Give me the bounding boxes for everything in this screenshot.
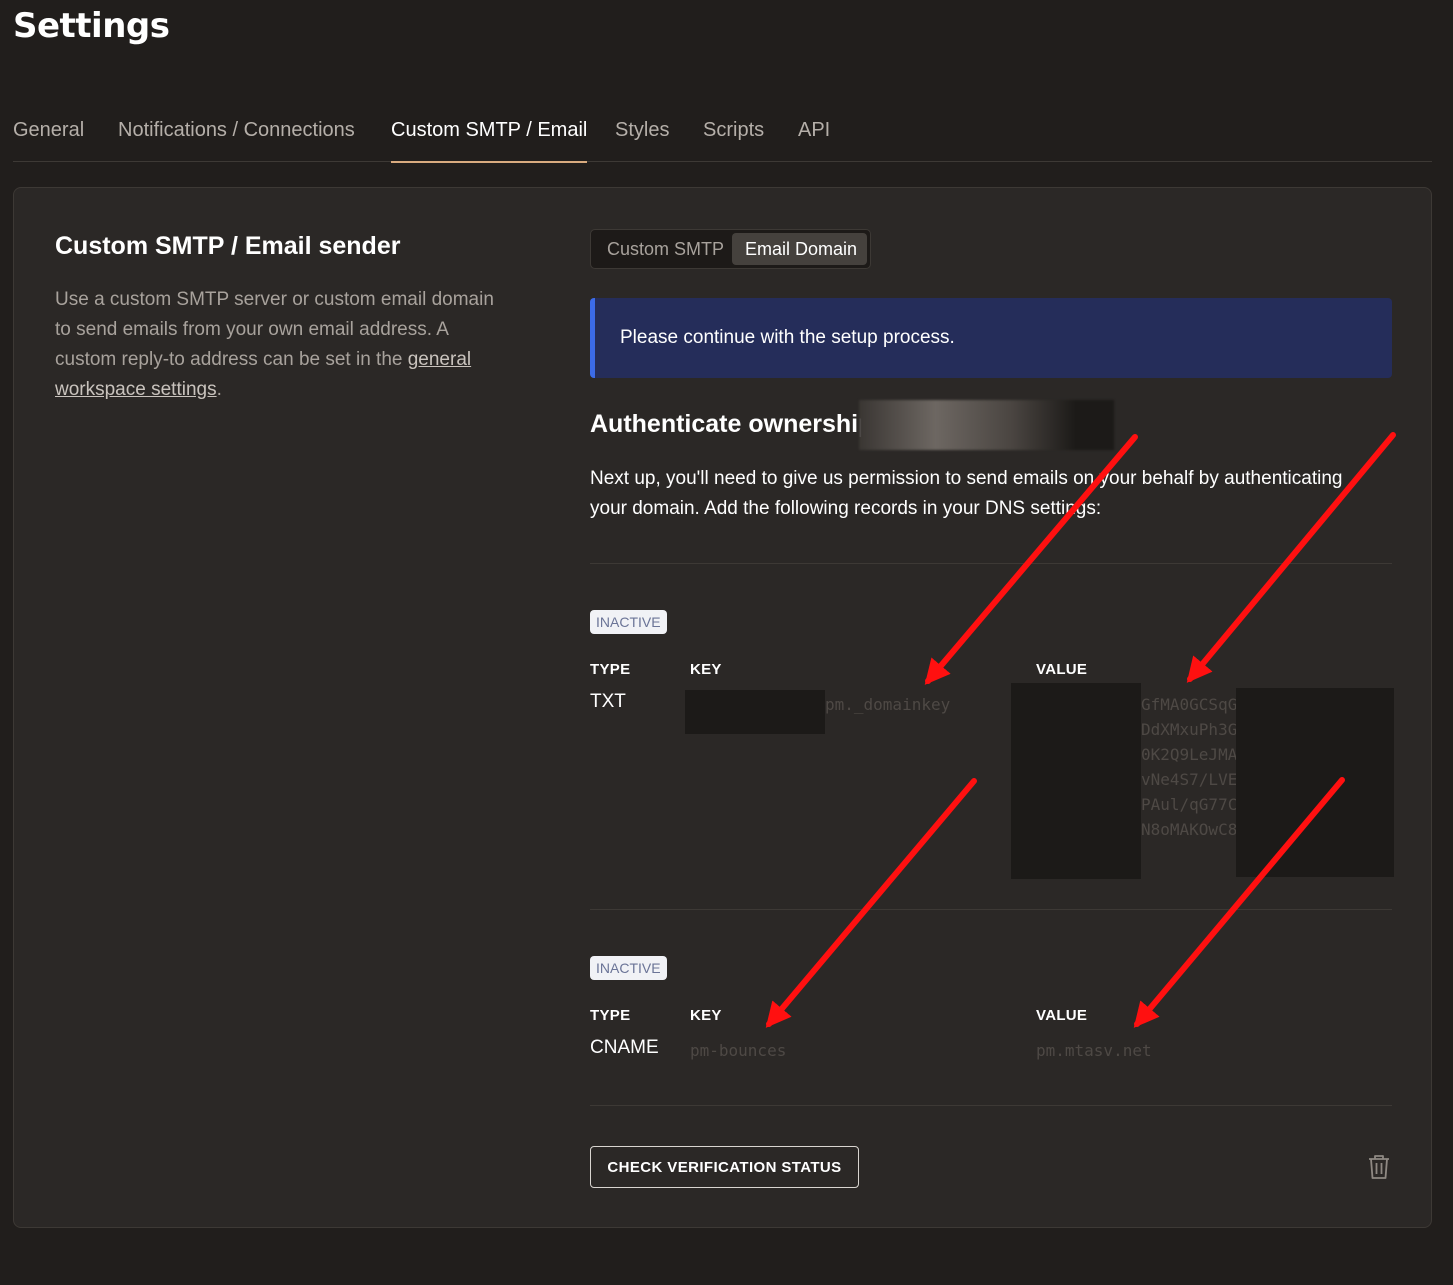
check-verification-status-button[interactable]: CHECK VERIFICATION STATUS [590, 1146, 859, 1188]
value-line: N8oMAKOwC8 [1141, 820, 1236, 839]
redacted-key-prefix [685, 690, 825, 734]
custom-smtp-option[interactable]: Custom SMTP [594, 233, 737, 265]
value-line: 0K2Q9LeJMA [1141, 745, 1236, 764]
section-description-end: . [216, 379, 222, 400]
setup-info-alert: Please continue with the setup process. [590, 298, 1392, 378]
trash-icon[interactable] [1367, 1154, 1391, 1180]
authenticate-description: Next up, you'll need to give us permissi… [590, 468, 1343, 519]
tab-custom-smtp-email[interactable]: Custom SMTP / Email [391, 108, 588, 163]
value-line: PAul/qG77C [1141, 795, 1236, 814]
tab-api[interactable]: API [798, 108, 830, 162]
tab-styles[interactable]: Styles [615, 108, 669, 162]
record-value[interactable]: GfMA0GCSqG DdXMxuPh3G 0K2Q9LeJMA vNe4S7/… [1141, 692, 1236, 842]
smtp-settings-card: Custom SMTP / Email sender Use a custom … [13, 187, 1432, 1228]
status-badge: INACTIVE [590, 956, 667, 980]
divider [590, 1105, 1392, 1106]
redacted-value-right [1236, 688, 1394, 877]
record-type: TXT [590, 691, 626, 712]
record-type: CNAME [590, 1037, 659, 1058]
tab-scripts[interactable]: Scripts [703, 108, 764, 162]
type-column-label: TYPE [590, 661, 631, 678]
settings-page: Settings General Notifications / Connect… [0, 0, 1453, 1285]
redacted-domain [859, 400, 1114, 450]
alert-text: Please continue with the setup process. [620, 327, 955, 348]
key-column-label: KEY [690, 661, 722, 678]
record-key[interactable]: pm._domainkey [825, 695, 950, 714]
value-column-label: VALUE [1036, 1007, 1088, 1024]
redacted-value-left [1011, 683, 1141, 879]
value-line: DdXMxuPh3G [1141, 720, 1236, 739]
tab-notifications-connections[interactable]: Notifications / Connections [118, 108, 355, 162]
type-column-label: TYPE [590, 1007, 631, 1024]
status-badge: INACTIVE [590, 610, 667, 634]
mode-segmented-control: Custom SMTP Email Domain [590, 229, 871, 269]
record-key[interactable]: pm-bounces [690, 1041, 786, 1060]
divider [590, 563, 1392, 564]
authenticate-title: Authenticate ownership [590, 410, 874, 438]
key-column-label: KEY [690, 1007, 722, 1024]
page-title: Settings [13, 6, 170, 46]
value-line: GfMA0GCSqG [1141, 695, 1236, 714]
section-description: Use a custom SMTP server or custom email… [55, 285, 495, 405]
email-domain-option[interactable]: Email Domain [732, 233, 867, 265]
section-title: Custom SMTP / Email sender [55, 232, 401, 260]
tab-general[interactable]: General [13, 108, 84, 162]
value-line: vNe4S7/LVE [1141, 770, 1236, 789]
value-column-label: VALUE [1036, 661, 1088, 678]
settings-tabs: General Notifications / Connections Cust… [13, 108, 1432, 163]
divider [590, 909, 1392, 910]
record-value[interactable]: pm.mtasv.net [1036, 1041, 1152, 1060]
